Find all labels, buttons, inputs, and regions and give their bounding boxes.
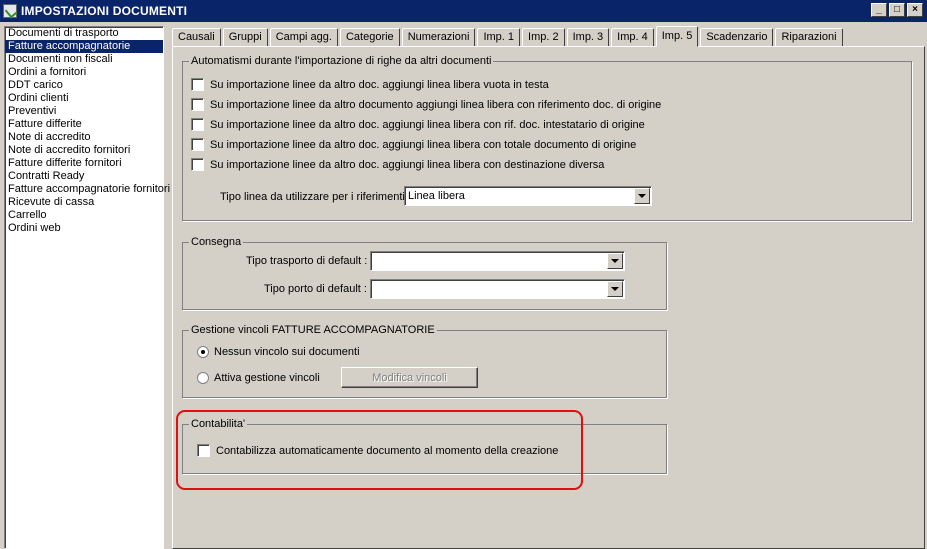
- document-type-item[interactable]: Fatture accompagnatorie: [5, 40, 163, 53]
- document-type-item[interactable]: Preventivi: [5, 105, 163, 118]
- tipo-porto-label: Tipo porto di default :: [264, 283, 367, 295]
- tipo-trasporto-label: Tipo trasporto di default :: [246, 255, 368, 267]
- automatismi-checkbox-4[interactable]: [191, 138, 204, 151]
- chevron-down-icon[interactable]: [607, 253, 623, 269]
- chevron-down-icon[interactable]: [607, 281, 623, 297]
- automatismi-checkbox-3[interactable]: [191, 118, 204, 131]
- tipo-linea-select[interactable]: Linea libera: [404, 186, 652, 206]
- document-type-item[interactable]: Ordini web: [5, 222, 163, 235]
- document-type-item[interactable]: Note di accredito fornitori: [5, 144, 163, 157]
- automatismi-checkbox-2[interactable]: [191, 98, 204, 111]
- automatismi-option-5[interactable]: Su importazione linee da altro doc. aggi…: [191, 158, 604, 171]
- chevron-down-icon[interactable]: [634, 188, 650, 204]
- close-button[interactable]: ×: [907, 3, 923, 17]
- tab-imp-3[interactable]: Imp. 3: [566, 28, 610, 47]
- tab-campi-agg[interactable]: Campi agg.: [269, 28, 338, 47]
- automatismi-option-label: Su importazione linee da altro doc. aggi…: [210, 118, 645, 131]
- vincoli-radio-active[interactable]: [197, 372, 209, 384]
- document-type-item[interactable]: Documenti di trasporto: [5, 27, 163, 40]
- tab-scadenzario[interactable]: Scadenzario: [700, 28, 774, 47]
- tab-numerazioni[interactable]: Numerazioni: [401, 28, 476, 47]
- automatismi-option-label: Su importazione linee da altro doc. aggi…: [210, 138, 637, 151]
- maximize-button[interactable]: □: [889, 3, 905, 17]
- document-type-item[interactable]: Ordini clienti: [5, 92, 163, 105]
- vincoli-option-active-label: Attiva gestione vincoli: [214, 372, 320, 384]
- vincoli-option-active[interactable]: Attiva gestione vincoli: [197, 372, 320, 384]
- tab-gruppi[interactable]: Gruppi: [222, 28, 268, 47]
- automatismi-option-4[interactable]: Su importazione linee da altro doc. aggi…: [191, 138, 636, 151]
- vincoli-legend: Gestione vincoli FATTURE ACCOMPAGNATORIE: [191, 324, 435, 336]
- consegna-legend: Consegna: [191, 236, 242, 248]
- tipo-porto-select[interactable]: [370, 279, 625, 299]
- red-highlight-box: [176, 410, 583, 490]
- window-title: IMPOSTAZIONI DOCUMENTI: [21, 4, 188, 18]
- app-icon: [3, 4, 17, 18]
- tipo-linea-label: Tipo linea da utilizzare per i riferimen…: [220, 191, 411, 203]
- window-controls: _ □ ×: [871, 3, 923, 17]
- tab-imp-4[interactable]: Imp. 4: [611, 28, 654, 47]
- automatismi-option-label: Su importazione linee da altro documento…: [210, 98, 662, 111]
- automatismi-option-label: Su importazione linee da altro doc. aggi…: [210, 78, 549, 91]
- document-type-item[interactable]: Ricevute di cassa: [5, 196, 163, 209]
- document-type-item[interactable]: Fatture accompagnatorie fornitori: [5, 183, 170, 196]
- vincoli-option-none-label: Nessun vincolo sui documenti: [214, 346, 360, 358]
- minimize-button[interactable]: _: [871, 3, 887, 17]
- tab-categorie[interactable]: Categorie: [339, 28, 400, 47]
- automatismi-checkbox-1[interactable]: [191, 78, 204, 91]
- tab-strip: Causali Gruppi Campi agg. Categorie Numerazi…: [172, 26, 845, 47]
- document-type-item[interactable]: Fatture differite fornitori: [5, 157, 163, 170]
- title-bar: IMPOSTAZIONI DOCUMENTI _ □ ×: [0, 0, 927, 22]
- automatismi-option-1[interactable]: Su importazione linee da altro doc. aggi…: [191, 78, 549, 91]
- automatismi-checkbox-5[interactable]: [191, 158, 204, 171]
- automatismi-option-label: Su importazione linee da altro doc. aggi…: [210, 158, 605, 171]
- document-type-list[interactable]: Documenti di trasporto Fatture accompagna…: [4, 26, 170, 549]
- document-type-item[interactable]: Ordini a fornitori: [5, 66, 163, 79]
- document-type-item[interactable]: Carrello: [5, 209, 163, 222]
- document-type-item[interactable]: Fatture differite: [5, 118, 163, 131]
- tab-imp-1[interactable]: Imp. 1: [477, 28, 521, 47]
- automatismi-option-3[interactable]: Su importazione linee da altro doc. aggi…: [191, 118, 645, 131]
- vincoli-radio-none[interactable]: [197, 346, 209, 358]
- tab-riparazioni[interactable]: Riparazioni: [775, 28, 843, 47]
- automatismi-option-2[interactable]: Su importazione linee da altro documento…: [191, 98, 661, 111]
- document-type-item[interactable]: Documenti non fiscali: [5, 53, 163, 66]
- document-type-item[interactable]: Contratti Ready: [5, 170, 163, 183]
- tipo-linea-value: Linea libera: [408, 190, 465, 202]
- tab-imp-5[interactable]: Imp. 5: [655, 26, 699, 47]
- tipo-trasporto-select[interactable]: [370, 251, 625, 271]
- automatismi-legend: Automatismi durante l'importazione di ri…: [191, 55, 492, 67]
- tab-imp-2[interactable]: Imp. 2: [522, 28, 565, 47]
- modifica-vincoli-button[interactable]: Modifica vincoli: [341, 367, 478, 388]
- document-type-item[interactable]: DDT carico: [5, 79, 163, 92]
- document-type-item[interactable]: Note di accredito: [5, 131, 163, 144]
- tab-causali[interactable]: Causali: [172, 28, 221, 47]
- vincoli-option-none[interactable]: Nessun vincolo sui documenti: [197, 346, 360, 358]
